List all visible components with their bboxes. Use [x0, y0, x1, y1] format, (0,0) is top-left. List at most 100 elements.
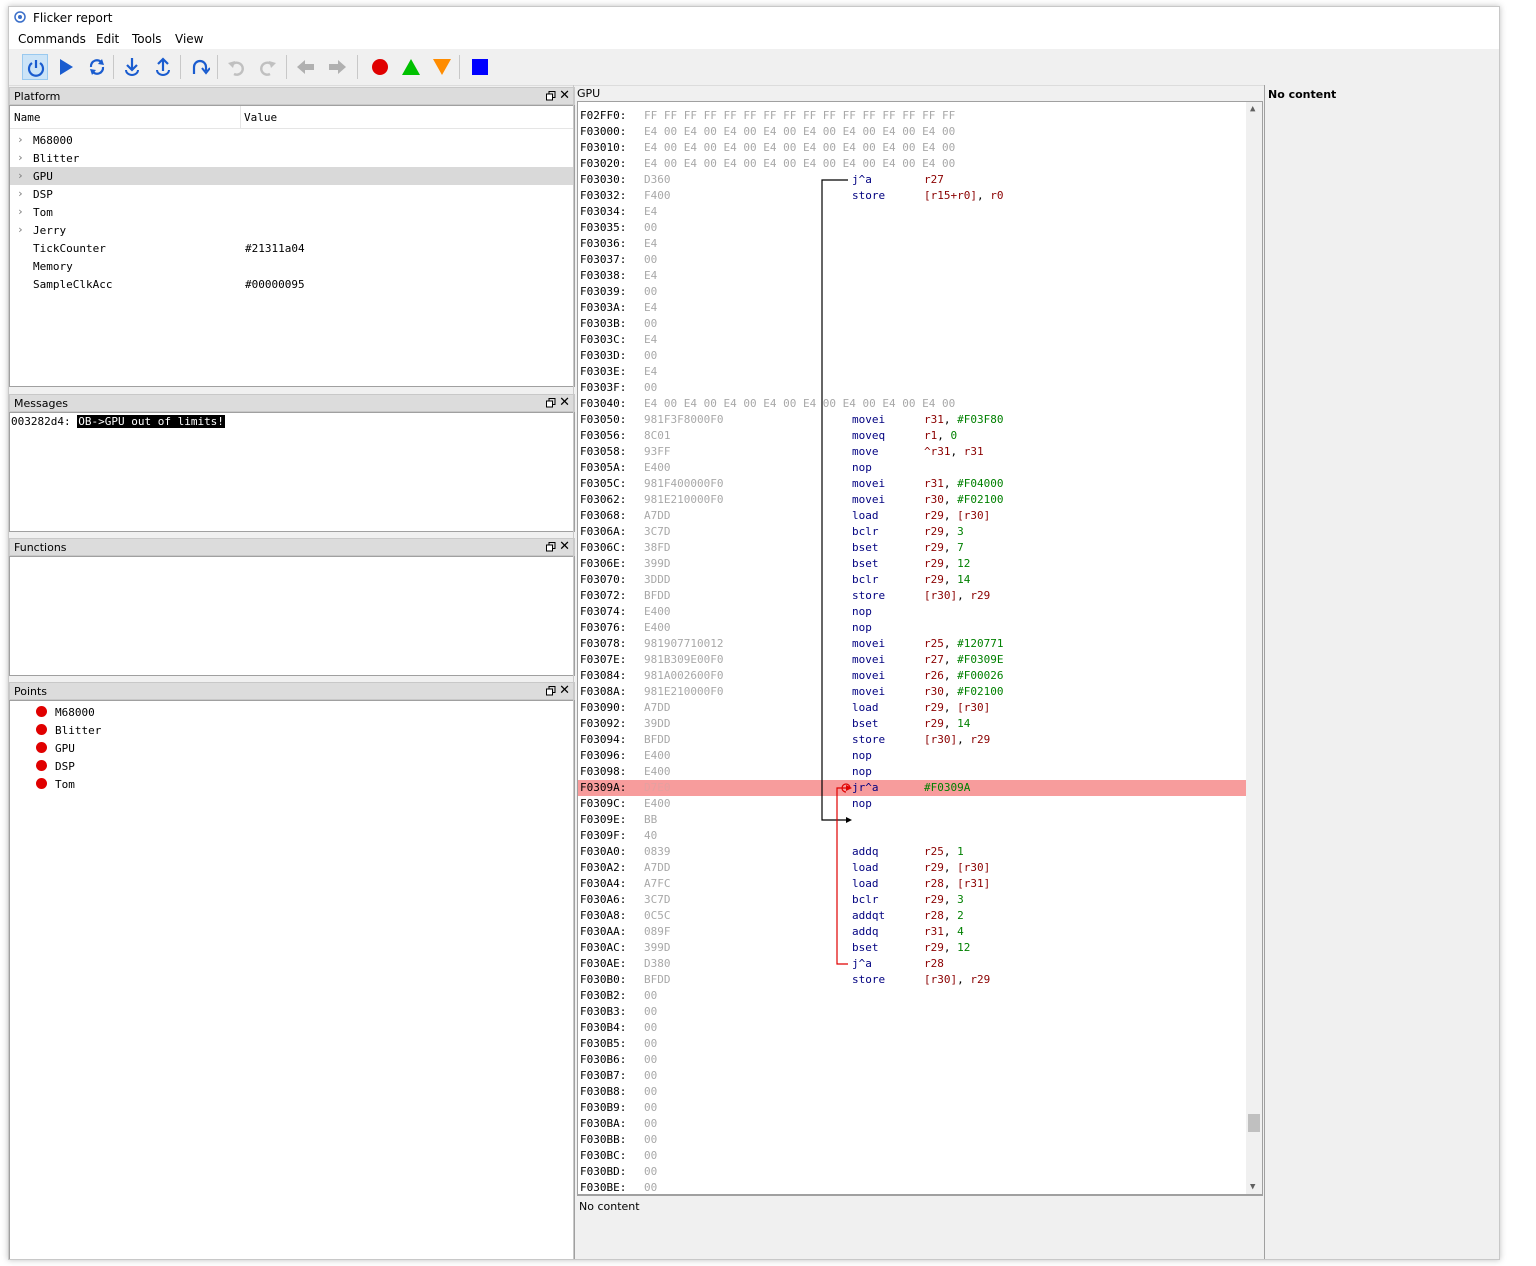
disasm-line[interactable]: F030BC: 00 [578, 1148, 1246, 1164]
disasm-line[interactable]: F02FF0: FF FF FF FF FF FF FF FF FF FF FF … [578, 108, 1246, 124]
disasm-line[interactable]: F0306C: 38FD bset r29, 7 [578, 540, 1246, 556]
run-button[interactable] [53, 54, 79, 80]
disasm-line[interactable]: F03039: 00 [578, 284, 1246, 300]
vertical-scrollbar[interactable]: ▲ ▼ [1246, 102, 1262, 1194]
stop-button[interactable] [467, 54, 493, 80]
disasm-line[interactable]: F0306A: 3C7D bclr r29, 3 [578, 524, 1246, 540]
chevron-right-icon[interactable]: › [17, 151, 24, 164]
disasm-line[interactable]: F030B8: 00 [578, 1084, 1246, 1100]
close-icon[interactable]: ✕ [559, 88, 570, 103]
back-button[interactable] [293, 54, 319, 80]
disasm-line[interactable]: F0305C: 981F400000F0 movei r31, #F04000 [578, 476, 1246, 492]
gpu-disassembly[interactable]: F02FF0: FF FF FF FF FF FF FF FF FF FF FF … [577, 101, 1263, 1195]
disasm-line[interactable]: F030A0: 0839 addq r25, 1 [578, 844, 1246, 860]
disasm-line[interactable]: F030A8: 0C5C addqt r28, 2 [578, 908, 1246, 924]
disasm-line[interactable]: F03040: E4 00 E4 00 E4 00 E4 00 E4 00 E4 … [578, 396, 1246, 412]
chevron-right-icon[interactable]: › [17, 223, 24, 236]
disasm-line[interactable]: F03098: E400 nop [578, 764, 1246, 780]
close-icon[interactable]: ✕ [559, 395, 570, 410]
disasm-line[interactable]: F030B6: 00 [578, 1052, 1246, 1068]
splitter[interactable] [573, 85, 574, 1259]
disasm-line[interactable]: F0303C: E4 [578, 332, 1246, 348]
float-icon[interactable] [546, 686, 556, 696]
disasm-line[interactable]: F03010: E4 00 E4 00 E4 00 E4 00 E4 00 E4 … [578, 140, 1246, 156]
disasm-line[interactable]: F030AE: D380 j^a r28 [578, 956, 1246, 972]
disasm-line[interactable]: F0309F: 40 [578, 828, 1246, 844]
menu-view[interactable]: View [175, 32, 203, 46]
disasm-line[interactable]: F03094: BFDD store [r30], r29 [578, 732, 1246, 748]
disasm-line[interactable]: F030B9: 00 [578, 1100, 1246, 1116]
disasm-line[interactable]: F030B4: 00 [578, 1020, 1246, 1036]
disasm-line[interactable]: F03058: 93FF move ^r31, r31 [578, 444, 1246, 460]
disasm-line[interactable]: F03037: 00 [578, 252, 1246, 268]
disasm-line[interactable]: F03074: E400 nop [578, 604, 1246, 620]
float-icon[interactable] [546, 398, 556, 408]
disasm-line[interactable]: F03056: 8C01 moveq r1, 0 [578, 428, 1246, 444]
disasm-line[interactable]: F030BA: 00 [578, 1116, 1246, 1132]
step-out-button[interactable] [150, 54, 176, 80]
menu-commands[interactable]: Commands [18, 32, 86, 46]
step-over-button[interactable] [187, 54, 213, 80]
disasm-line[interactable]: F0307E: 981B309E00F0 movei r27, #F0309E [578, 652, 1246, 668]
disasm-line[interactable]: F0303D: 00 [578, 348, 1246, 364]
step-into-button[interactable] [119, 54, 145, 80]
disasm-line[interactable]: F030AA: 089F addq r31, 4 [578, 924, 1246, 940]
disasm-line[interactable]: F0303B: 00 [578, 316, 1246, 332]
disasm-line[interactable]: F03084: 981A002600F0 movei r26, #F00026 [578, 668, 1246, 684]
disasm-line[interactable]: F03092: 39DD bset r29, 14 [578, 716, 1246, 732]
tree-row-gpu[interactable]: › GPU [10, 167, 574, 185]
disasm-line[interactable]: F0308A: 981E210000F0 movei r30, #F02100 [578, 684, 1246, 700]
undo-button[interactable] [223, 54, 249, 80]
disasm-line[interactable]: F03035: 00 [578, 220, 1246, 236]
disasm-line[interactable]: F030B3: 00 [578, 1004, 1246, 1020]
message-line[interactable]: 003282d4: OB->GPU out of limits! [11, 415, 225, 428]
disasm-line[interactable]: F03000: E4 00 E4 00 E4 00 E4 00 E4 00 E4 … [578, 124, 1246, 140]
disasm-line[interactable]: F030BE: 00 [578, 1180, 1246, 1194]
tree-row-jerry[interactable]: › Jerry [10, 221, 574, 239]
disasm-line[interactable]: F03036: E4 [578, 236, 1246, 252]
chevron-right-icon[interactable]: › [17, 133, 24, 146]
disasm-line[interactable]: F0303E: E4 [578, 364, 1246, 380]
disasm-line[interactable]: F030BB: 00 [578, 1132, 1246, 1148]
scroll-down-icon[interactable]: ▼ [1250, 1182, 1255, 1192]
record-button[interactable] [367, 54, 393, 80]
float-icon[interactable] [546, 542, 556, 552]
disasm-line[interactable]: F03072: BFDD store [r30], r29 [578, 588, 1246, 604]
column-header-name[interactable]: Name [14, 111, 41, 124]
disasm-line[interactable]: F030B2: 00 [578, 988, 1246, 1004]
disasm-line[interactable]: F03030: D360 j^a r27 [578, 172, 1246, 188]
disasm-line[interactable]: F030B7: 00 [578, 1068, 1246, 1084]
down-button[interactable] [429, 54, 455, 80]
disasm-line[interactable]: F0303F: 00 [578, 380, 1246, 396]
disasm-line[interactable]: F0309E: BB [578, 812, 1246, 828]
disasm-line[interactable]: F030B5: 00 [578, 1036, 1246, 1052]
chevron-right-icon[interactable]: › [17, 205, 24, 218]
forward-button[interactable] [324, 54, 350, 80]
power-button[interactable] [22, 54, 48, 80]
disasm-line[interactable]: F03032: F400 store [r15+r0], r0 [578, 188, 1246, 204]
menu-edit[interactable]: Edit [96, 32, 119, 46]
disasm-line[interactable]: F03076: E400 nop [578, 620, 1246, 636]
disasm-line[interactable]: F03096: E400 nop [578, 748, 1246, 764]
menu-tools[interactable]: Tools [132, 32, 162, 46]
scrollbar-thumb[interactable] [1248, 1114, 1260, 1132]
tree-row-tickcounter[interactable]: TickCounter #21311a04 [10, 239, 574, 257]
disasm-line[interactable]: F030A4: A7FC load r28, [r31] [578, 876, 1246, 892]
tree-row-memory[interactable]: Memory [10, 257, 574, 275]
chevron-right-icon[interactable]: › [17, 169, 24, 182]
up-button[interactable] [398, 54, 424, 80]
redo-button[interactable] [255, 54, 281, 80]
disasm-line[interactable]: F0309A: D7E0 jr^a #F0309A [578, 780, 1246, 796]
disasm-line[interactable]: F030A6: 3C7D bclr r29, 3 [578, 892, 1246, 908]
disasm-line[interactable]: F03078: 981907710012 movei r25, #120771 [578, 636, 1246, 652]
tree-row-sampleclkacc[interactable]: SampleClkAcc #00000095 [10, 275, 574, 293]
tree-row-dsp[interactable]: › DSP [10, 185, 574, 203]
disasm-line[interactable]: F03068: A7DD load r29, [r30] [578, 508, 1246, 524]
disasm-line[interactable]: F03070: 3DDD bclr r29, 14 [578, 572, 1246, 588]
disasm-line[interactable]: F030B0: BFDD store [r30], r29 [578, 972, 1246, 988]
disasm-line[interactable]: F030AC: 399D bset r29, 12 [578, 940, 1246, 956]
disasm-line[interactable]: F03062: 981E210000F0 movei r30, #F02100 [578, 492, 1246, 508]
disasm-line[interactable]: F03034: E4 [578, 204, 1246, 220]
chevron-right-icon[interactable]: › [17, 187, 24, 200]
disasm-line[interactable]: F03020: E4 00 E4 00 E4 00 E4 00 E4 00 E4 … [578, 156, 1246, 172]
